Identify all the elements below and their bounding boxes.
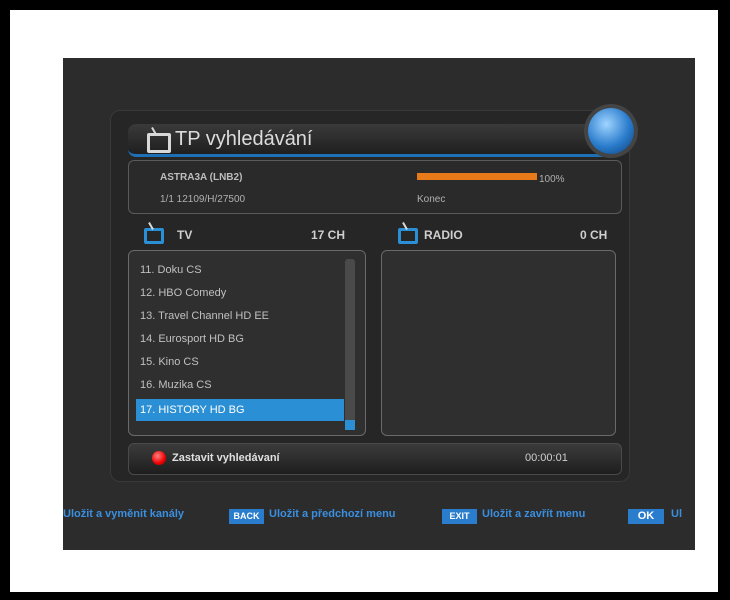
tv-list-scrollbar[interactable] [345, 259, 355, 430]
radio-list-icon [398, 228, 418, 244]
list-item[interactable]: 11. Doku CS [136, 259, 344, 281]
list-item[interactable]: 14. Eurosport HD BG [136, 328, 344, 350]
progress-percent: 100% [539, 174, 565, 185]
stop-scan-action[interactable]: Zastavit vyhledávaní [172, 452, 280, 464]
radio-header-label: RADIO [424, 228, 463, 242]
scan-progress-bar [417, 173, 537, 180]
transponder-value: 1/1 12109/H/27500 [160, 194, 246, 205]
list-item[interactable]: 12. HBO Comedy [136, 282, 344, 304]
tv-list-icon [144, 228, 164, 244]
list-item-selected[interactable]: 17. HISTORY HD BG [136, 399, 344, 421]
hint-save-replace: Uložit a vyměnit kanály [63, 508, 185, 520]
radio-channel-list[interactable] [381, 250, 616, 436]
scan-progress-fill [417, 173, 537, 180]
scrollbar-thumb[interactable] [345, 420, 355, 430]
hint-save-prev: Uložit a předchozí menu [269, 508, 396, 520]
exit-key[interactable]: EXIT [442, 509, 477, 524]
tv-header-label: TV [177, 228, 193, 242]
back-key[interactable]: BACK [229, 509, 264, 524]
hint-save-close: Uložit a zavřít menu [482, 508, 586, 520]
tv-icon [147, 133, 171, 153]
ok-key[interactable]: OK [628, 509, 664, 524]
tv-channel-count: 17 CH [311, 228, 346, 242]
hint-ok-truncated: Ul [671, 508, 682, 520]
radio-channel-count: 0 CH [580, 228, 608, 242]
satellite-name: ASTRA3A (LNB2) [160, 172, 243, 183]
scan-status: Konec [417, 194, 446, 205]
transponder-info [128, 160, 622, 214]
globe-icon [588, 108, 634, 154]
list-item[interactable]: 15. Kino CS [136, 351, 344, 373]
list-item[interactable]: 13. Travel Channel HD EE [136, 305, 344, 327]
list-item[interactable]: 16. Muzika CS [136, 374, 344, 396]
tv-frame: TP vyhledávání ASTRA3A (LNB2) 1/1 12109/… [0, 0, 730, 600]
red-button-icon [152, 451, 166, 465]
page-title: TP vyhledávání [175, 128, 313, 150]
scan-timer: 00:00:01 [525, 452, 568, 464]
